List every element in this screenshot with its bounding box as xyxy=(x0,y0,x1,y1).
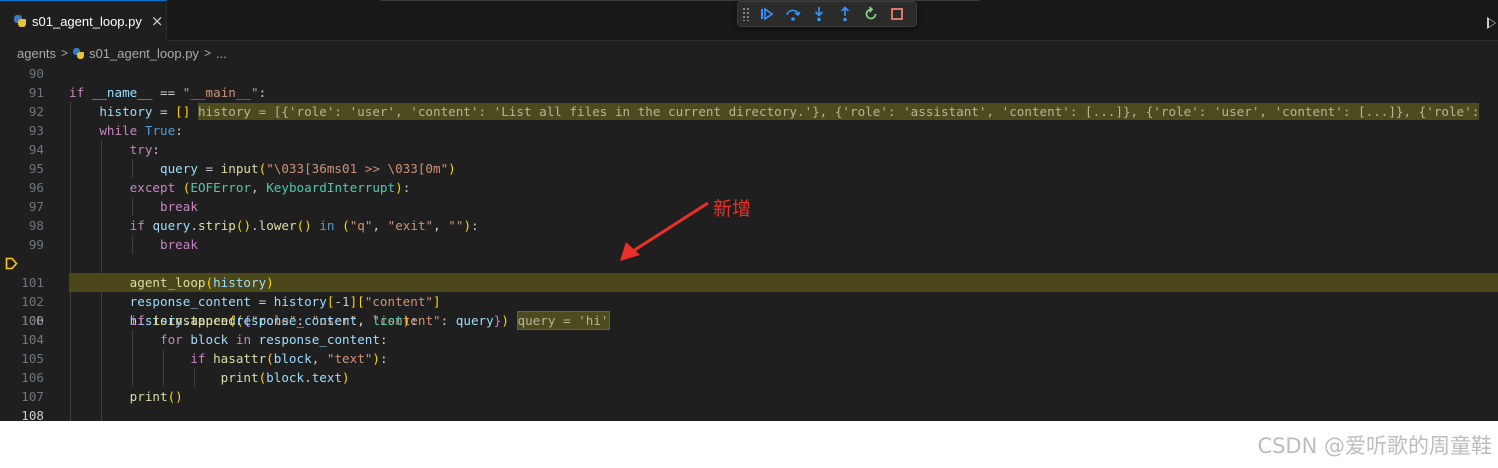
code-line: 95 query = input("\033[36ms01 >> \033[0m… xyxy=(0,159,1498,178)
line-number: 93 xyxy=(28,123,44,138)
tab-s01-agent-loop[interactable]: s01_agent_loop.py × xyxy=(0,0,167,41)
breadcrumb-file-label: s01_agent_loop.py xyxy=(89,45,199,61)
breadcrumb-folder[interactable]: agents xyxy=(17,46,56,61)
line-number: 91 xyxy=(28,85,44,100)
code-line: 105 if hasattr(block, "text"): xyxy=(0,349,1498,368)
code-line: 101 agent_loop(history) xyxy=(0,273,1498,292)
line-number: 90 xyxy=(28,66,44,81)
line-number: 105 xyxy=(21,351,44,366)
watermark: CSDN @爱听歌的周童鞋 xyxy=(1257,434,1492,458)
breadcrumb-file[interactable]: s01_agent_loop.py xyxy=(73,46,199,61)
debug-toolbar xyxy=(737,1,917,27)
breadcrumb-more[interactable]: ... xyxy=(216,46,227,61)
line-number: 104 xyxy=(21,332,44,347)
line-number: 101 xyxy=(21,275,44,290)
continue-icon[interactable] xyxy=(758,5,776,23)
code-line: 106 print(block.text) xyxy=(0,368,1498,387)
line-number: 92 xyxy=(28,104,44,119)
line-number: 108 xyxy=(21,408,44,421)
tab-label: s01_agent_loop.py xyxy=(32,13,142,29)
debug-pointer-icon xyxy=(5,257,18,270)
step-out-icon[interactable] xyxy=(836,5,854,23)
python-file-icon xyxy=(73,47,85,59)
code-line: 103 if isinstance(response_content, list… xyxy=(0,311,1498,330)
code-line: 99 break xyxy=(0,235,1498,254)
inline-value-history: history = [{'role': 'user', 'content': '… xyxy=(197,103,1480,120)
line-number: 97 xyxy=(28,199,44,214)
line-number: 107 xyxy=(21,389,44,404)
code-line: 94 try: xyxy=(0,140,1498,159)
restart-icon[interactable] xyxy=(862,5,880,23)
python-file-icon xyxy=(14,15,26,27)
line-number: 96 xyxy=(28,180,44,195)
chevron-right-icon: > xyxy=(61,46,69,60)
line-number: 102 xyxy=(21,294,44,309)
code-line: 92 history = [] history = [{'role': 'use… xyxy=(0,102,1498,121)
code-line: 93 while True: xyxy=(0,121,1498,140)
line-number: 95 xyxy=(28,161,44,176)
chevron-right-icon: > xyxy=(203,46,211,60)
code-editor[interactable]: 90 91 if __name__ == "__main__": 92 histo… xyxy=(0,64,1498,421)
line-number: 98 xyxy=(28,218,44,233)
breadcrumb: agents > s01_agent_loop.py > ... xyxy=(0,41,1498,65)
code-line: 104 for block in response_content: xyxy=(0,330,1498,349)
code-line-current: 100 history.append({"role": "user", "con… xyxy=(0,254,1498,330)
line-number: 103 xyxy=(21,313,44,328)
step-into-icon[interactable] xyxy=(810,5,828,23)
editor-window: s01_agent_loop.py × agents > s01_agent_l… xyxy=(0,0,1498,421)
code-line: 102 response_content = history[-1]["cont… xyxy=(0,292,1498,311)
annotation-label: 新增 xyxy=(713,198,752,220)
code-line: 90 xyxy=(0,64,1498,83)
line-number: 106 xyxy=(21,370,44,385)
close-icon[interactable]: × xyxy=(151,12,164,30)
code-line: 91 if __name__ == "__main__": xyxy=(0,83,1498,102)
drag-handle-icon[interactable] xyxy=(742,7,750,21)
code-line: 107 print() xyxy=(0,387,1498,406)
code-line: 108 xyxy=(0,406,1498,421)
step-over-icon[interactable] xyxy=(784,5,802,23)
stop-icon[interactable] xyxy=(888,5,906,23)
line-number: 99 xyxy=(28,237,44,252)
line-number: 94 xyxy=(28,142,44,157)
annotation-arrow-icon xyxy=(620,201,709,261)
